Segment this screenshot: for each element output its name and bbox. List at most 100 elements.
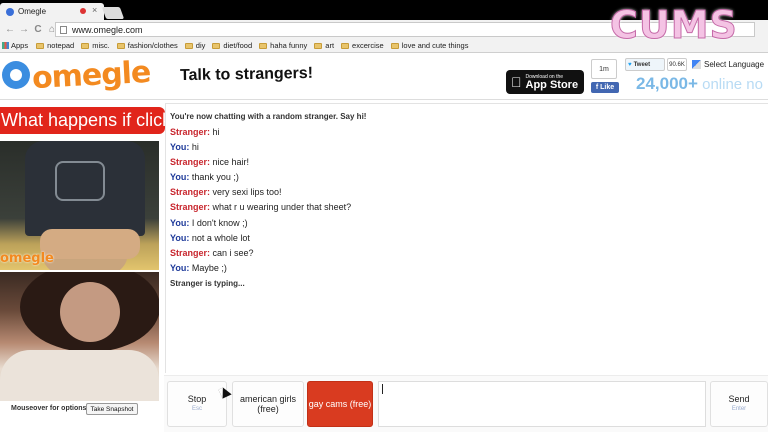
message-input[interactable] [378,381,706,427]
stop-shortcut: Esc [191,406,202,412]
folder-icon [184,42,193,49]
video-person-face [60,282,120,342]
typing-indicator: Stranger is typing... [170,279,245,288]
forward-arrow-icon[interactable]: → [17,24,31,35]
chat-message: You: hi [170,142,199,152]
tab-omegle[interactable]: Omegle × [0,3,104,20]
chat-log: You're now chatting with a random strang… [165,103,768,373]
message-text: can i see? [210,248,254,258]
message-sender: Stranger: [170,127,211,137]
bookmark-label: misc. [92,41,110,50]
chat-message: Stranger: nice hair! [170,157,249,167]
reload-icon[interactable]: C [31,24,45,35]
promo-banner[interactable]: What happens if click? [0,107,165,134]
stop-button[interactable]: Stop Esc [167,381,227,427]
video-hands [40,229,140,259]
address-text: www.omegle.com [72,24,143,35]
bookmark-label: fashion/clothes [127,41,178,50]
back-arrow-icon[interactable]: ← [3,24,17,35]
message-text: what r u wearing under that sheet? [210,202,352,212]
bookmark-label: diet/food [223,41,253,50]
facebook-like-button[interactable]: f Like [591,82,619,93]
folder-icon [81,42,90,49]
folder-icon [390,42,399,49]
bookmark-art[interactable]: art [314,41,334,50]
page-icon [60,26,67,34]
folder-icon [116,42,125,49]
apple-icon:  [511,74,522,90]
language-label: Select Language [704,59,765,69]
bookmark-diet-food[interactable]: diet/food [212,41,252,50]
folder-icon [341,42,350,49]
bookmark-apps[interactable]: Apps [2,41,28,50]
folder-icon [314,42,323,49]
chat-message: Stranger: what r u wearing under that sh… [170,202,351,212]
google-translate-icon [692,59,701,69]
bookmark-label: haha funny [270,41,308,50]
message-text: nice hair! [210,157,250,167]
self-video [0,272,159,401]
tweet-count: 90.6K [667,58,687,71]
chat-message: Stranger: can i see? [170,248,254,258]
bookmark-apps-label: Apps [11,41,29,50]
bookmark-haha-funny[interactable]: haha funny [259,41,307,50]
gay-cams-button[interactable]: gay cams (free) [307,381,373,427]
video-towel [0,350,159,401]
bookmark-diy[interactable]: diy [184,41,206,50]
message-text: thank you ;) [189,172,239,182]
folder-icon [36,42,45,49]
tab-close-icon[interactable]: × [92,5,97,15]
message-sender: You: [170,233,190,243]
bookmark-label: excercise [352,41,384,50]
app-store-badge[interactable]:  Download on the App Store [506,70,584,94]
chat-message: You: not a whole lot [170,233,250,243]
omegle-logo[interactable]: omegle [2,54,151,96]
online-count: 24,000+ [636,74,698,93]
bookmark-fashion[interactable]: fashion/clothes [116,41,178,50]
message-text: Maybe ;) [189,263,227,273]
language-selector[interactable]: Select Language [692,58,768,70]
bookmark-love-cute[interactable]: love and cute things [390,41,468,50]
chat-message: You: I don't know ;) [170,218,248,228]
message-sender: You: [170,218,190,228]
omegle-favicon-icon [6,7,14,16]
video-shirt-print [55,161,105,201]
folder-icon [212,42,221,49]
american-girls-button[interactable]: american girls (free) [232,381,304,427]
online-counter: 24,000+ online no [636,74,763,94]
tab-title: Omegle [18,7,47,16]
message-text: I don't know ;) [189,218,248,228]
apps-grid-icon [2,42,9,49]
bookmark-label: art [325,41,335,50]
twitter-bird-icon: ♥ [628,61,632,68]
chat-message: Stranger: very sexi lips too! [170,187,282,197]
new-tab-button[interactable] [101,7,125,19]
facebook-like-label: Like [600,84,615,91]
app-store-large-text: App Store [515,78,579,91]
video-watermark: omegle [0,251,54,266]
chat-message: You: Maybe ;) [170,263,227,273]
take-snapshot-button[interactable]: Take Snapshot [86,403,138,415]
bookmark-notepad[interactable]: notepad [36,41,74,50]
tweet-button[interactable]: ♥ Tweet [625,58,665,71]
send-button[interactable]: Send Enter [710,381,768,427]
bookmark-misc[interactable]: misc. [81,41,110,50]
facebook-like-count: 1m [591,59,617,79]
tweet-label: Tweet [633,61,651,68]
cums-watermark-logo: CUMS [610,3,738,47]
message-sender: You: [170,172,190,182]
recording-indicator-icon [80,8,86,14]
bookmark-label: notepad [47,41,75,50]
bookmark-label: diy [195,41,206,50]
bookmark-excercise[interactable]: excercise [341,41,384,50]
chat-intro: You're now chatting with a random strang… [170,112,367,121]
online-text: online no [697,76,763,93]
folder-icon [259,42,268,49]
tagline: Talk to strangers! [179,64,314,85]
message-text: very sexi lips too! [210,187,282,197]
mouseover-hint: Mouseover for options [11,405,87,412]
message-sender: You: [170,142,190,152]
omegle-logo-icon [2,61,30,89]
message-sender: Stranger: [170,157,211,167]
chat-message: Stranger: hi [170,127,220,137]
